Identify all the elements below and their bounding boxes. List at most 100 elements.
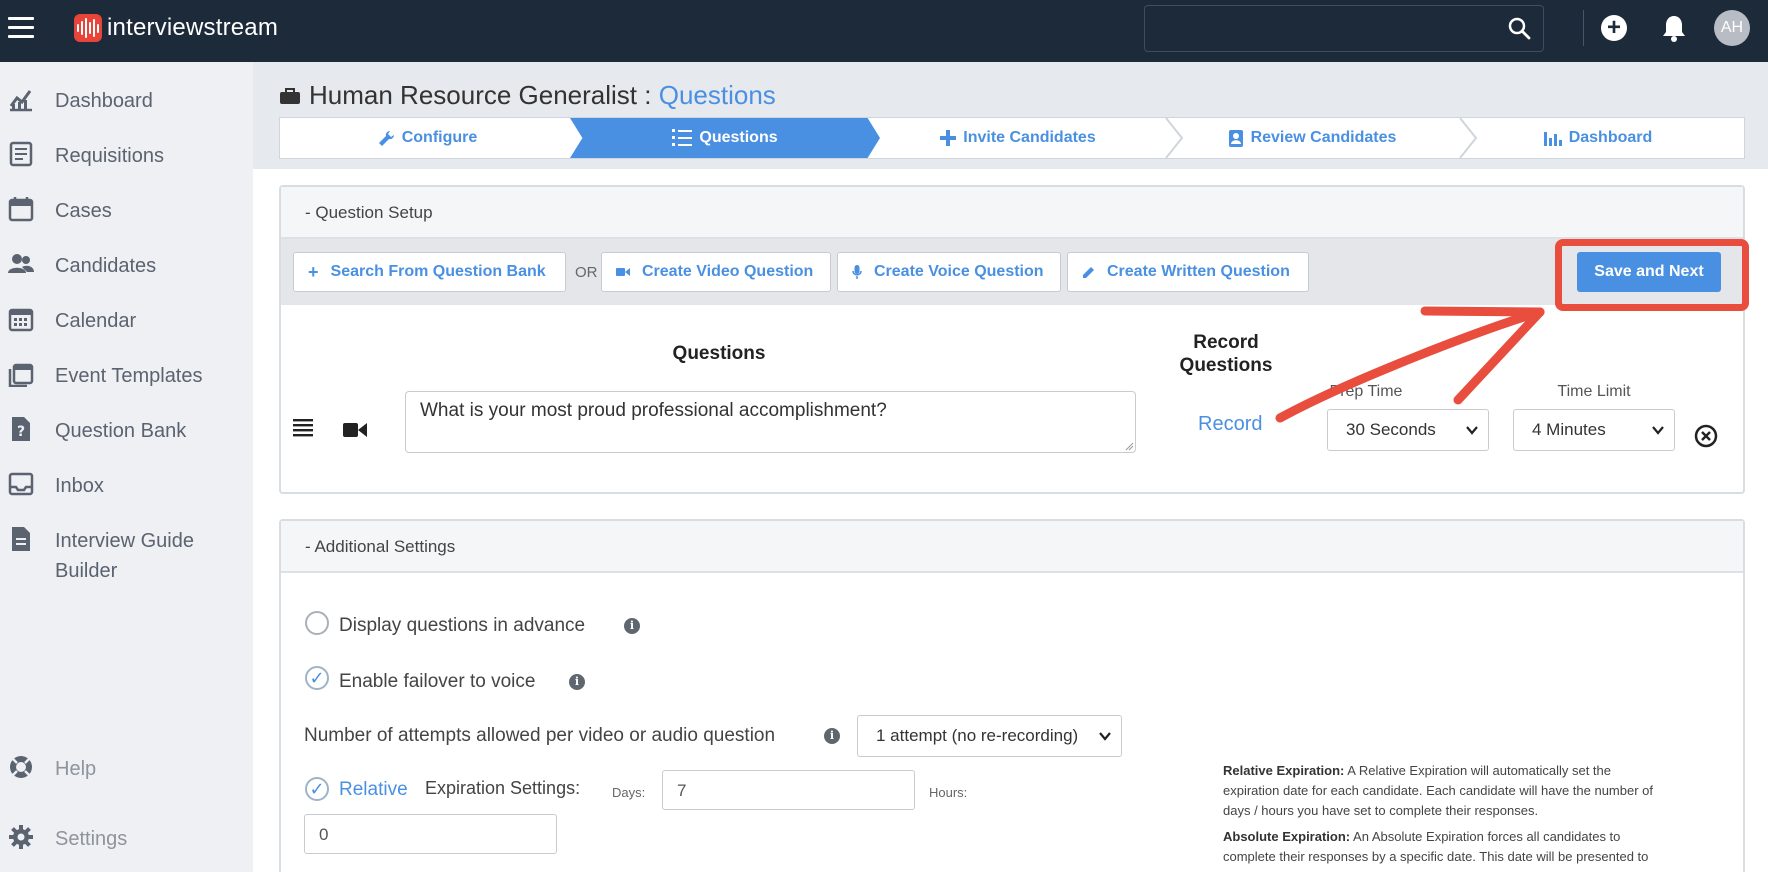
sidebar-item-inbox[interactable]: Inbox xyxy=(0,465,253,511)
avatar[interactable]: AH xyxy=(1714,10,1750,46)
microphone-icon xyxy=(852,265,862,279)
help-line: days / hours you have set to complete th… xyxy=(1223,803,1539,818)
absolute-expiration-title: Absolute Expiration: xyxy=(1223,829,1351,844)
page-title-prefix: Human Resource Generalist : xyxy=(309,80,659,110)
app-logo[interactable]: interviewstream xyxy=(74,13,278,43)
sidebar-item-settings[interactable]: Settings xyxy=(0,818,253,864)
sidebar-item-label: Inbox xyxy=(55,475,104,497)
question-file-icon: ? xyxy=(12,417,30,441)
sidebar-item-label: Question Bank xyxy=(55,420,187,442)
top-bar: interviewstream + AH xyxy=(0,0,1768,62)
info-icon[interactable]: i xyxy=(824,728,840,744)
days-input[interactable]: 7 xyxy=(662,770,915,810)
sidebar-item-interview-guide-builder[interactable]: Interview Guide Builder xyxy=(0,520,253,590)
step-questions[interactable]: Questions xyxy=(570,118,880,158)
wrench-icon xyxy=(378,130,394,146)
wizard-steps: Configure Questions Invite Candidates Re… xyxy=(279,117,1745,159)
pencil-icon xyxy=(1083,266,1094,278)
search-question-bank-button[interactable]: + Search From Question Bank xyxy=(293,252,566,292)
logo-icon xyxy=(74,14,102,42)
step-configure[interactable]: Configure xyxy=(280,118,575,158)
record-heading-line: Record xyxy=(1193,332,1259,353)
info-icon[interactable]: i xyxy=(624,618,640,634)
page-title-section: Questions xyxy=(658,80,776,110)
divider xyxy=(1583,10,1584,46)
bell-icon[interactable] xyxy=(1661,14,1687,42)
document-list-icon xyxy=(9,141,33,167)
time-limit-select[interactable]: 4 Minutes xyxy=(1513,409,1675,451)
create-written-question-button[interactable]: Create Written Question xyxy=(1067,252,1309,292)
record-heading-line: Questions xyxy=(1179,355,1273,376)
remove-question-icon[interactable] xyxy=(1694,424,1718,448)
relative-label[interactable]: Relative xyxy=(339,779,408,801)
display-in-advance-checkbox[interactable] xyxy=(305,611,329,635)
step-review-candidates[interactable]: Review Candidates xyxy=(1162,118,1462,158)
create-voice-question-button[interactable]: Create Voice Question xyxy=(837,252,1061,292)
sidebar-item-candidates[interactable]: Candidates xyxy=(0,245,253,291)
attempts-label: Number of attempts allowed per video or … xyxy=(304,725,776,746)
sidebar-item-label: Cases xyxy=(55,200,112,222)
main-content: Human Resource Generalist : Questions Co… xyxy=(253,62,1768,872)
sidebar-item-label: Requisitions xyxy=(55,145,164,167)
record-link[interactable]: Record xyxy=(1198,413,1262,436)
additional-settings-header[interactable]: - Additional Settings xyxy=(281,521,1743,573)
templates-icon xyxy=(8,363,34,387)
failover-voice-label: Enable failover to voice xyxy=(339,671,536,692)
chevron-down-icon xyxy=(1099,732,1111,741)
hours-label: Hours: xyxy=(929,785,968,800)
step-label: Invite Candidates xyxy=(963,129,1096,146)
prep-time-select[interactable]: 30 Seconds xyxy=(1327,409,1489,451)
page-header: Human Resource Generalist : Questions Co… xyxy=(253,62,1768,169)
sidebar-item-cases[interactable]: Cases xyxy=(0,190,253,236)
save-and-next-button[interactable]: Save and Next xyxy=(1577,252,1721,292)
step-label: Review Candidates xyxy=(1250,129,1397,146)
attempts-value: 1 attempt (no re-recording) xyxy=(876,726,1079,745)
sidebar-item-dashboard[interactable]: Dashboard xyxy=(0,80,253,126)
step-dashboard[interactable]: Dashboard xyxy=(1450,118,1746,158)
sidebar-item-calendar[interactable]: Calendar xyxy=(0,300,253,346)
list-icon xyxy=(672,129,693,146)
info-icon[interactable]: i xyxy=(569,674,585,690)
lifebuoy-icon xyxy=(10,756,32,778)
question-setup-header[interactable]: - Question Setup xyxy=(281,187,1743,239)
attempts-select[interactable]: 1 attempt (no re-recording) xyxy=(857,715,1122,757)
expiration-settings-label: Expiration Settings: xyxy=(425,778,581,798)
question-text-input[interactable]: What is your most proud professional acc… xyxy=(405,391,1136,453)
record-questions-heading: Record Questions xyxy=(1161,331,1291,377)
calendar-grid-icon xyxy=(8,308,34,332)
step-label: Questions xyxy=(699,129,778,146)
sidebar-item-event-templates[interactable]: Event Templates xyxy=(0,355,253,401)
menu-icon[interactable] xyxy=(8,17,34,39)
settings-label: Settings xyxy=(55,828,128,850)
drag-handle-icon[interactable] xyxy=(293,419,313,437)
chevron-down-icon xyxy=(1652,426,1664,435)
sidebar-item-label: Candidates xyxy=(55,255,157,277)
help-line: A Relative Expiration will automatically… xyxy=(1344,763,1612,778)
step-invite-candidates[interactable]: Invite Candidates xyxy=(868,118,1168,158)
button-label: Create Written Question xyxy=(1107,263,1290,280)
button-label: Create Voice Question xyxy=(874,263,1044,280)
guide-icon xyxy=(12,527,30,551)
search-icon[interactable] xyxy=(1507,16,1531,40)
button-label: Create Video Question xyxy=(642,263,814,280)
sidebar-item-label: Builder xyxy=(55,560,118,582)
svg-text:?: ? xyxy=(17,424,25,440)
sidebar-item-requisitions[interactable]: Requisitions xyxy=(0,135,253,181)
search-input[interactable] xyxy=(1144,5,1544,52)
relative-expiration-radio[interactable]: ✓ xyxy=(305,777,329,801)
create-video-question-button[interactable]: Create Video Question xyxy=(601,252,831,292)
resize-grip-icon[interactable] xyxy=(1124,441,1134,451)
add-icon[interactable]: + xyxy=(1601,15,1627,41)
failover-voice-checkbox[interactable]: ✓ xyxy=(305,666,329,690)
hours-input[interactable]: 0 xyxy=(304,814,557,854)
bar-chart-icon xyxy=(1543,132,1562,146)
plus-icon: + xyxy=(308,261,319,282)
sidebar-item-question-bank[interactable]: ? Question Bank xyxy=(0,410,253,456)
page-title: Human Resource Generalist : Questions xyxy=(279,80,776,111)
inbox-icon xyxy=(8,472,34,496)
sidebar-item-help[interactable]: Help xyxy=(0,748,253,794)
help-line: expiration date for each candidate. Each… xyxy=(1223,783,1653,798)
time-limit-label: Time Limit xyxy=(1557,383,1631,400)
question-text: What is your most proud professional acc… xyxy=(420,400,887,421)
sidebar: Dashboard Requisitions Cases Candidates … xyxy=(0,62,253,872)
